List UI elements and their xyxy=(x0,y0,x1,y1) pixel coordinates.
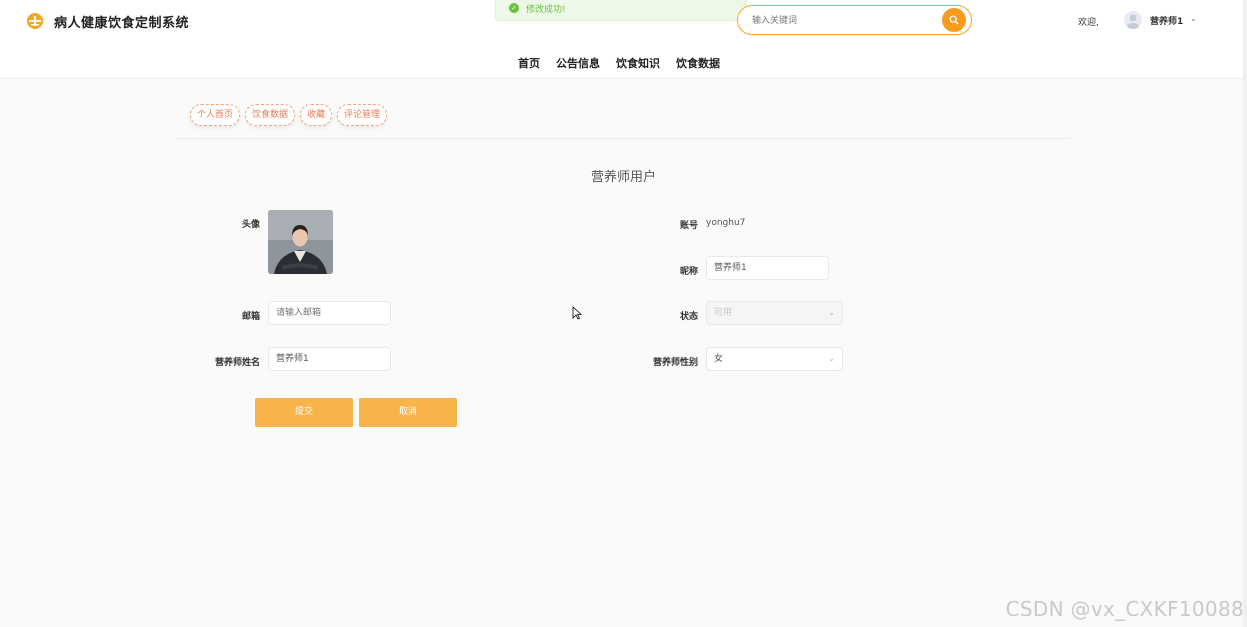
gender-label: 营养师性别 xyxy=(652,358,698,368)
nav-diet-data[interactable]: 饮食数据 xyxy=(676,55,720,71)
search-icon xyxy=(949,15,959,25)
search-input[interactable] xyxy=(750,12,934,30)
page-title: 营养师用户 xyxy=(590,170,656,185)
nav-home[interactable]: 首页 xyxy=(518,55,540,71)
status-select: 可用 ⌄ xyxy=(706,301,843,325)
status-value: 可用 xyxy=(714,308,733,318)
gender-select[interactable]: 女 ⌄ xyxy=(706,347,843,371)
nickname-label: 昵称 xyxy=(679,267,698,277)
cancel-button[interactable]: 取消 xyxy=(359,398,457,427)
name-label: 营养师姓名 xyxy=(214,358,260,368)
avatar[interactable] xyxy=(1124,11,1142,29)
chevron-down-icon: ⌄ xyxy=(828,354,835,363)
gender-value: 女 xyxy=(714,354,724,364)
success-toast: ✓ 修改成功! xyxy=(495,0,747,21)
search-box xyxy=(737,5,972,35)
submit-button[interactable]: 提交 xyxy=(255,398,353,427)
avatar-label: 头像 xyxy=(241,220,260,230)
main-nav: 首页 公告信息 饮食知识 饮食数据 xyxy=(510,55,728,71)
user-avatar-icon xyxy=(1127,14,1139,29)
account-label: 账号 xyxy=(679,221,698,231)
app-title: 病人健康饮食定制系统 xyxy=(54,16,190,31)
email-label: 邮箱 xyxy=(241,312,260,322)
tab-personal-home[interactable]: 个人首页 xyxy=(190,104,241,126)
logo-icon xyxy=(27,13,43,29)
watermark: CSDN @vx_CXKF10088 xyxy=(1005,597,1244,621)
username[interactable]: 营养师1 xyxy=(1150,14,1183,27)
avatar-upload[interactable] xyxy=(268,210,333,274)
tab-favorites[interactable]: 收藏 xyxy=(300,104,333,126)
divider xyxy=(175,138,1070,139)
email-field[interactable] xyxy=(268,301,391,325)
nav-diet-knowledge[interactable]: 饮食知识 xyxy=(616,55,660,71)
mouse-cursor-icon xyxy=(572,306,582,320)
name-field[interactable]: 营养师1 xyxy=(268,347,391,371)
tab-comments[interactable]: 评论管理 xyxy=(337,104,388,126)
avatar-photo-image xyxy=(268,210,333,274)
scrollbar[interactable] xyxy=(1243,0,1247,627)
chevron-down-icon: ⌄ xyxy=(828,308,835,317)
top-navbar: 病人健康饮食定制系统 ✓ 修改成功! 欢迎, 营养师1 ⌄ 首页 公告信息 饮食… xyxy=(0,0,1247,79)
nickname-field[interactable]: 营养师1 xyxy=(706,256,829,280)
tab-diet-data[interactable]: 饮食数据 xyxy=(245,104,296,126)
status-label: 状态 xyxy=(679,312,698,322)
account-value: yonghu7 xyxy=(706,218,746,228)
nav-announcements[interactable]: 公告信息 xyxy=(556,55,600,71)
welcome-text: 欢迎, xyxy=(1078,18,1099,28)
center-tabs: 个人首页 饮食数据 收藏 评论管理 xyxy=(190,104,392,126)
search-button[interactable] xyxy=(942,8,966,32)
check-circle-icon: ✓ xyxy=(509,3,519,13)
chevron-down-icon[interactable]: ⌄ xyxy=(1190,14,1197,23)
toast-message: 修改成功! xyxy=(526,5,566,15)
